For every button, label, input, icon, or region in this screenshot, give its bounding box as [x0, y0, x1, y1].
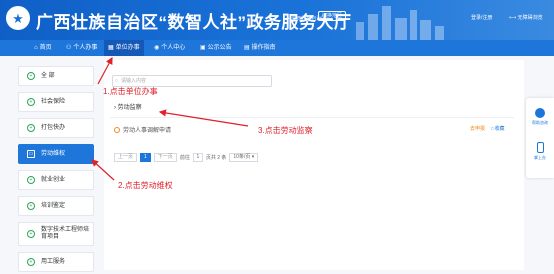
phone-icon [536, 142, 544, 153]
login-register-link[interactable]: 登录/注册 [471, 14, 492, 21]
annotation-step-1: 1.点击单位办事 [103, 87, 158, 96]
city-skyline-icon [356, 6, 444, 40]
goto-page-input[interactable]: 1 [192, 153, 203, 162]
document-icon: ▭ [27, 150, 35, 158]
building-icon: ▦ [108, 45, 114, 51]
total-count: 页共 2 条 [205, 155, 227, 161]
prev-page-button[interactable]: 上一页 [114, 153, 138, 162]
switch-region-button[interactable]: 切换地区 [318, 11, 347, 21]
search-icon: ○ [115, 78, 119, 84]
plus-circle-icon: + [27, 202, 35, 210]
help-consult-button[interactable]: 帮助咨询 [526, 108, 554, 126]
sidebar-item-social-insurance[interactable]: + 社会保险 [18, 92, 94, 112]
avatar-icon: ◉ [154, 45, 160, 51]
sidebar-item-labor-rights[interactable]: ▭ 劳动维权 [18, 144, 94, 164]
annotation-step-3: 3.点击劳动监察 [258, 126, 313, 135]
plus-circle-icon: + [27, 258, 35, 266]
pagination: 上一页 1 下一页 前往 1 页共 2 条 10条/页 ▾ [114, 153, 259, 162]
sidebar-item-employment-service[interactable]: + 用工服务 [18, 252, 94, 272]
page-1-button[interactable]: 1 [140, 153, 151, 162]
notice-icon: ▣ [200, 45, 206, 51]
declare-button[interactable]: 去申报 [470, 125, 485, 132]
nav-personal-center[interactable]: ◉ 个人中心 [150, 40, 189, 56]
main-nav: ⌂ 首页 ⚇ 个人办事 ▦ 单位办事 ◉ 个人中心 ▣ 公示公告 ▤ 操作指南 [0, 40, 554, 56]
emblem-logo-icon: ★ [6, 6, 30, 30]
chevron-right-icon: › [114, 105, 116, 111]
service-item[interactable]: 劳动人事调解申请 [114, 125, 171, 134]
divider [110, 117, 514, 118]
plus-circle-icon: + [27, 176, 35, 184]
nav-guide[interactable]: ▤ 操作指南 [240, 40, 280, 56]
plus-circle-icon: + [27, 124, 35, 132]
service-list-panel [104, 60, 524, 270]
next-page-button[interactable]: 下一页 [153, 153, 177, 162]
headset-icon [535, 108, 545, 118]
nav-unit-affairs[interactable]: ▦ 单位办事 [104, 40, 144, 56]
sidebar-item-employment[interactable]: + 就业创业 [18, 170, 94, 190]
sidebar-item-package-service[interactable]: + 打包快办 [18, 118, 94, 138]
nav-personal-affairs[interactable]: ⚇ 个人办事 [62, 40, 101, 56]
category-labor-inspection[interactable]: › 劳动监察 [114, 102, 142, 111]
page-size-select[interactable]: 10条/页 ▾ [229, 153, 259, 162]
favorite-button[interactable]: ☆收藏 [490, 125, 505, 132]
guide-icon: ▤ [244, 45, 250, 51]
plus-circle-icon: + [27, 98, 35, 106]
sidebar-item-digital-engineer[interactable]: + 数字技术工程师培育项目 [18, 222, 94, 246]
goto-label: 前往 [179, 155, 190, 161]
plus-circle-icon: + [27, 72, 35, 80]
home-icon: ⌂ [34, 45, 38, 51]
mobile-service-button[interactable]: 掌上办 [526, 142, 554, 161]
nav-home[interactable]: ⌂ 首页 [30, 40, 56, 56]
floating-toolbar: 帮助咨询 掌上办 [526, 98, 554, 178]
accessibility-link[interactable]: ⟷ 无障碍浏览 [509, 14, 543, 21]
service-circle-icon [114, 127, 120, 133]
user-icon: ⚇ [66, 45, 72, 51]
annotation-step-2: 2.点击劳动维权 [118, 181, 173, 190]
sidebar-item-training[interactable]: + 培训鉴定 [18, 196, 94, 216]
sidebar-item-all[interactable]: + 全 部 [18, 66, 94, 86]
nav-announcements[interactable]: ▣ 公示公告 [196, 40, 236, 56]
plus-circle-icon: + [27, 230, 35, 238]
header-bar: ★ 广西壮族自治区“数智人社”政务服务大厅 ⌖ 广西壮族自治区 切换地区 登录/… [0, 0, 554, 40]
